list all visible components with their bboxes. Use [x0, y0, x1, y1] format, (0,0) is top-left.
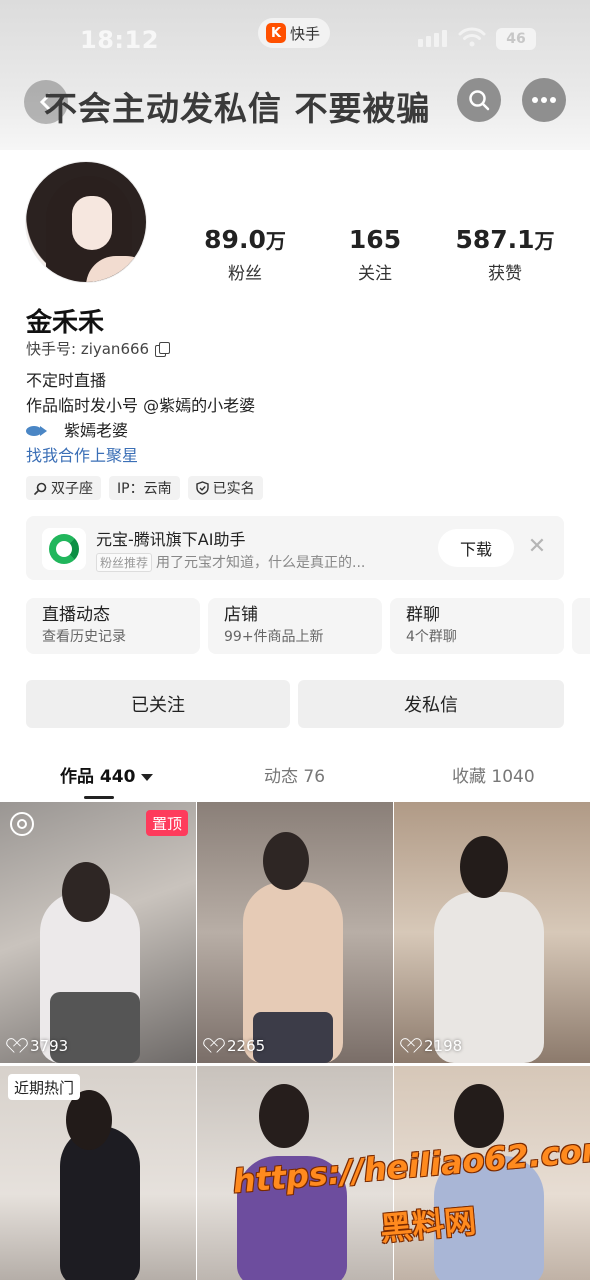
stat-followers[interactable]: 89.0万 粉丝 — [180, 224, 310, 284]
tab-works[interactable]: 作品 440 — [60, 762, 154, 787]
tag-ip: IP：云南 — [109, 476, 180, 500]
tab-moments[interactable]: 动态 76 — [264, 762, 325, 787]
nav-bar: 不会主动发私信 不要被骗 — [0, 72, 590, 132]
search-button[interactable] — [457, 78, 501, 122]
more-icon — [532, 97, 556, 103]
feature-subtitle: 99+件商品上新 — [224, 629, 324, 645]
feature-subtitle: 查看历史记录 — [42, 629, 126, 645]
tab-label: 作品 440 — [60, 767, 136, 787]
status-time: 18:12 — [80, 26, 159, 54]
stat-likes[interactable]: 587.1万 获赞 — [440, 224, 570, 284]
profile-stats: 89.0万 粉丝 165 关注 587.1万 获赞 — [180, 224, 570, 284]
feature-row: 直播动态 查看历史记录 店铺 99+件商品上新 群聊 4个群聊 — [26, 598, 590, 654]
stat-value: 587.1 — [455, 225, 535, 254]
stat-label: 粉丝 — [228, 264, 262, 284]
feature-title: 直播动态 — [42, 605, 110, 625]
bio-line[interactable]: 作品临时发小号 @紫嫣的小老婆 — [26, 393, 255, 418]
more-button[interactable] — [522, 78, 566, 122]
feature-live-history[interactable]: 直播动态 查看历史记录 — [26, 598, 200, 654]
ad-title: 元宝-腾讯旗下AI助手 — [96, 530, 246, 549]
bio-line: 不定时直播 — [26, 371, 107, 390]
ad-card[interactable]: 元宝-腾讯旗下AI助手 粉丝推荐 用了元宝才知道，什么是真正的... 下载 ✕ — [26, 516, 564, 580]
account-id: 快手号: ziyan666 — [26, 338, 171, 359]
tag-zodiac[interactable]: 双子座 — [26, 476, 101, 500]
feature-subtitle: 4个群聊 — [406, 629, 457, 645]
yuanbao-logo-icon — [42, 528, 86, 570]
download-button[interactable]: 下载 — [438, 529, 514, 567]
fish-icon — [26, 424, 48, 438]
feature-shop[interactable]: 店铺 99+件商品上新 — [208, 598, 382, 654]
avatar[interactable] — [25, 161, 147, 283]
tab-favorites[interactable]: 收藏 1040 — [452, 762, 535, 787]
ad-subtitle-row: 粉丝推荐 用了元宝才知道，什么是真正的... — [96, 552, 365, 572]
status-bar: 18:12 K 快手 46 — [0, 0, 590, 72]
kuaishou-logo-icon: K — [266, 23, 286, 43]
linked-account[interactable]: 紫嫣老婆 — [26, 418, 255, 443]
linked-account-name: 紫嫣老婆 — [64, 421, 129, 440]
ad-badge: 粉丝推荐 — [96, 552, 153, 572]
video-tile[interactable]: 置顶 3793 — [0, 802, 196, 1063]
heart-icon — [404, 1039, 420, 1053]
shield-check-icon — [195, 481, 209, 495]
stat-label: 获赞 — [488, 264, 522, 284]
search-icon — [34, 482, 47, 495]
video-tile[interactable]: 近期热门 — [0, 1066, 196, 1280]
profile-bio: 不定时直播 作品临时发小号 @紫嫣的小老婆 紫嫣老婆 — [26, 368, 255, 443]
tag-verified[interactable]: 已实名 — [187, 476, 263, 500]
followed-button[interactable]: 已关注 — [26, 680, 290, 728]
stat-unit: 万 — [534, 229, 555, 253]
account-id-text: 快手号: ziyan666 — [26, 340, 150, 358]
feature-title: 群聊 — [406, 605, 440, 625]
message-button[interactable]: 发私信 — [298, 680, 564, 728]
page-title: 不会主动发私信 不要被骗 — [44, 89, 431, 128]
stat-label: 关注 — [358, 264, 392, 284]
content-tabs: 作品 440 动态 76 收藏 1040 — [0, 758, 590, 802]
stat-value: 89.0 — [204, 225, 266, 254]
ad-subtitle: 用了元宝才知道，什么是真正的... — [156, 555, 366, 571]
avatar-face — [72, 196, 112, 250]
heart-icon — [207, 1039, 223, 1053]
video-tile[interactable]: 2265 — [197, 802, 393, 1063]
feature-title: 店铺 — [224, 605, 258, 625]
live-icon — [10, 812, 34, 836]
video-tile[interactable]: 2198 — [394, 802, 590, 1063]
like-count: 2198 — [404, 1037, 462, 1055]
like-count: 2265 — [207, 1037, 265, 1055]
heart-icon — [10, 1039, 26, 1053]
video-grid: 置顶 3793 2265 2198 近期热门 — [0, 802, 590, 1280]
feature-group-chat[interactable]: 群聊 4个群聊 — [390, 598, 564, 654]
tag-label: 双子座 — [51, 481, 93, 497]
copy-icon[interactable] — [155, 341, 171, 357]
like-count: 3793 — [10, 1037, 68, 1055]
stat-following[interactable]: 165 关注 — [310, 224, 440, 284]
app-indicator: K 快手 — [258, 18, 331, 48]
tab-indicator — [84, 796, 114, 799]
watermark-name: 黑料网 — [378, 1201, 478, 1249]
tag-label: 已实名 — [212, 481, 255, 497]
close-icon[interactable]: ✕ — [526, 536, 548, 558]
app-name: 快手 — [290, 24, 321, 43]
caret-down-icon — [141, 773, 154, 781]
wifi-icon — [458, 27, 486, 47]
stat-value: 165 — [348, 225, 402, 254]
pinned-badge: 置顶 — [145, 810, 188, 836]
tag-label: IP：云南 — [117, 481, 172, 497]
profile-tags: 双子座 IP：云南 已实名 — [26, 476, 263, 500]
signal-icon — [418, 30, 447, 47]
battery-icon: 46 — [496, 28, 536, 50]
search-icon — [469, 90, 490, 111]
profile-name: 金禾禾 — [26, 308, 105, 338]
trending-badge: 近期热门 — [8, 1074, 81, 1100]
cooperation-link[interactable]: 找我合作上聚星 — [26, 442, 138, 466]
feature-more[interactable] — [572, 598, 590, 654]
stat-unit: 万 — [265, 229, 286, 253]
